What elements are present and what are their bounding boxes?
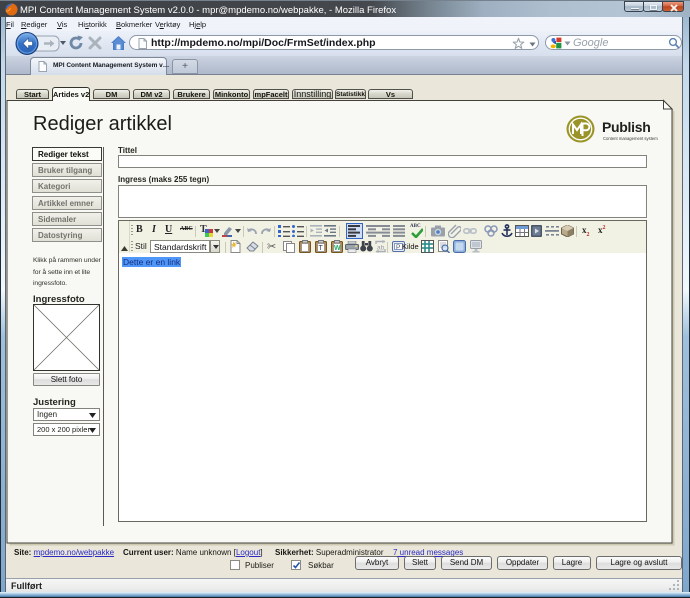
svg-text:P: P [396,244,400,251]
svg-text:T: T [319,245,324,252]
svg-text:ab: ab [377,245,385,252]
svg-text:W: W [334,245,341,252]
